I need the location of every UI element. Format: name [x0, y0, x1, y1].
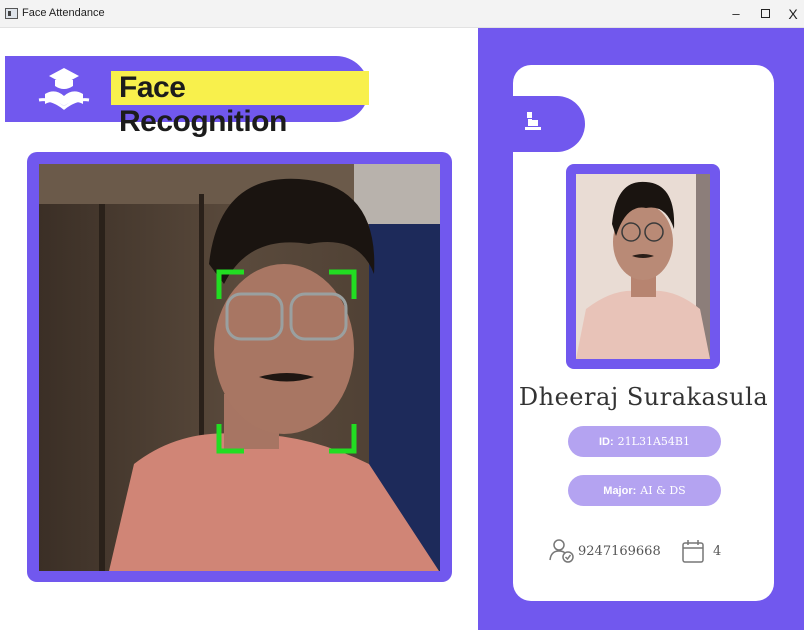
- close-button[interactable]: X: [781, 3, 804, 25]
- attendance-count: 4: [713, 544, 722, 559]
- student-id-badge: ID: 21L31A54B1: [568, 426, 721, 457]
- camera-feed-frame: [27, 152, 452, 582]
- webcam-image: [39, 164, 440, 571]
- major-label: Major:: [603, 485, 637, 497]
- student-photo-image: [576, 174, 710, 359]
- student-major-badge: Major: AI & DS: [568, 475, 721, 506]
- student-photo: [576, 174, 710, 359]
- id-label: ID:: [599, 436, 614, 448]
- graduation-reading-icon: [38, 68, 90, 110]
- phone-number: 9247169668: [578, 544, 661, 559]
- user-check-icon: [549, 539, 574, 563]
- window-titlebar: Face Attendance – X: [0, 0, 804, 28]
- window-title: Face Attendance: [22, 7, 105, 19]
- student-info-panel: Dheeraj Surakasula ID: 21L31A54B1 Major: A…: [478, 28, 804, 630]
- camera-feed: [39, 164, 440, 571]
- minimize-button[interactable]: –: [724, 3, 748, 25]
- page-title: Face Recognition: [111, 71, 369, 138]
- student-name: Dheeraj Surakasula: [518, 383, 769, 411]
- major-value: AI & DS: [640, 484, 686, 497]
- student-card: Dheeraj Surakasula ID: 21L31A54B1 Major: A…: [513, 65, 774, 601]
- card-tab: [513, 96, 585, 152]
- header-banner: Face Recognition: [5, 56, 369, 138]
- id-value: 21L31A54B1: [617, 435, 690, 448]
- maximize-icon: [760, 9, 770, 18]
- app-icon: [5, 8, 18, 19]
- raised-hand-icon: [525, 112, 541, 130]
- student-photo-frame: [566, 164, 720, 369]
- maximize-button[interactable]: [753, 3, 777, 25]
- student-stats-row: 9247169668 4: [513, 538, 774, 568]
- calendar-icon: [682, 540, 704, 563]
